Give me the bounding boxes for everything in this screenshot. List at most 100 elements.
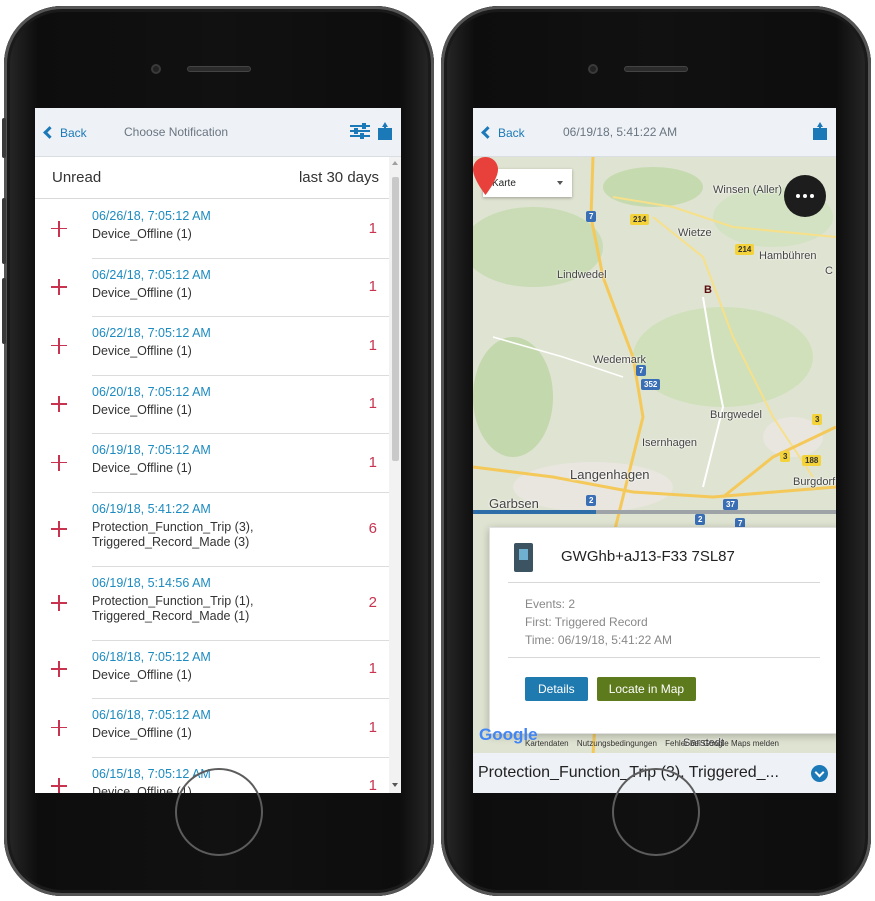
notification-row[interactable]: 06/16/18, 7:05:12 AM Device_Offline (1) 1 [51, 699, 389, 758]
scrollbar[interactable] [389, 157, 401, 793]
home-button[interactable] [612, 768, 700, 856]
device-icon [514, 543, 533, 572]
notification-count: 1 [368, 278, 377, 296]
road-shield-b214: 214 [630, 214, 650, 225]
back-button[interactable]: Back [479, 108, 525, 157]
notification-count: 1 [368, 219, 377, 237]
notification-date: 06/16/18, 7:05:12 AM [92, 708, 211, 722]
map-place-burgdorf: Burgdorf [793, 476, 836, 488]
map-marker-icon[interactable] [473, 157, 498, 195]
notification-row[interactable]: 06/19/18, 5:14:56 AM Protection_Function_… [51, 567, 389, 641]
notification-date: 06/19/18, 5:41:22 AM [92, 501, 211, 516]
plus-icon[interactable] [51, 521, 67, 537]
notification-count: 6 [368, 520, 377, 537]
phone-left: Back Choose Notification Unread last 30 … [2, 6, 434, 896]
events-count: Events: 2 [525, 597, 576, 611]
share-icon[interactable] [378, 122, 392, 140]
map-place-langenhagen: Langenhagen [570, 467, 650, 482]
road-shield-a7: 7 [636, 365, 647, 376]
road-shield-b3: 3 [780, 451, 791, 462]
chevron-down-icon[interactable] [811, 765, 828, 782]
front-camera [588, 64, 598, 74]
plus-icon[interactable] [51, 396, 67, 413]
notification-date: 06/19/18, 5:14:56 AM [92, 575, 211, 590]
map-place-burgwedel: Burgwedel [710, 409, 762, 421]
road-shield-b3: 3 [812, 414, 823, 425]
notification-count: 2 [368, 594, 377, 611]
device-name: GWGhb+aJ13-F33 7SL87 [561, 548, 735, 565]
divider [508, 582, 820, 583]
chevron-left-icon [43, 126, 56, 139]
notification-row[interactable]: 06/26/18, 7:05:12 AM Device_Offline (1) 1 [51, 200, 389, 259]
share-icon[interactable] [813, 122, 827, 140]
scroll-down-arrow-icon[interactable] [392, 783, 398, 787]
notification-row[interactable]: 06/24/18, 7:05:12 AM Device_Offline (1) 1 [51, 259, 389, 317]
notification-date: 06/20/18, 7:05:12 AM [92, 384, 211, 399]
back-label: Back [498, 125, 525, 140]
road-shield-b188: 188 [802, 455, 822, 466]
dot-icon [803, 194, 807, 198]
notification-count: 1 [368, 777, 377, 793]
event-time: Time: 06/19/18, 5:41:22 AM [525, 633, 672, 647]
map-data-link[interactable]: Kartendaten [525, 739, 569, 748]
notification-description: Device_Offline (1) [92, 461, 192, 475]
road-shield-a37: 37 [723, 499, 738, 510]
navbar: Back 06/19/18, 5:41:22 AM [473, 108, 836, 157]
notification-count: 1 [368, 453, 377, 471]
first-event: First: Triggered Record [525, 615, 648, 629]
notification-row[interactable]: 06/19/18, 5:41:22 AM Protection_Function_… [51, 493, 389, 567]
notification-count: 1 [368, 718, 377, 736]
notification-description: Protection_Function_Trip (1), Triggered_R… [92, 593, 254, 623]
plus-icon[interactable] [51, 279, 67, 296]
notification-row[interactable]: 06/20/18, 7:05:12 AM Device_Offline (1) 1 [51, 376, 389, 434]
notification-description: Device_Offline (1) [92, 402, 192, 417]
chevron-down-icon [557, 181, 563, 185]
filter-icon[interactable] [350, 123, 370, 139]
road-shield-a2: 2 [695, 514, 706, 525]
back-label: Back [60, 125, 87, 140]
notification-row[interactable]: 06/19/18, 7:05:12 AM Device_Offline (1) 1 [51, 434, 389, 493]
notification-row[interactable]: 06/18/18, 7:05:12 AM Device_Offline (1) 1 [51, 641, 389, 699]
plus-icon[interactable] [51, 337, 67, 354]
event-info: Events: 2 First: Triggered Record Time: … [525, 595, 672, 649]
map-place-isernhagen: Isernhagen [642, 437, 698, 449]
terms-link[interactable]: Nutzungsbedingungen [577, 739, 657, 748]
notification-date: 06/22/18, 7:05:12 AM [92, 326, 211, 340]
map-place-garbsen: Garbsen [489, 496, 539, 511]
phone-right: Back 06/19/18, 5:41:22 AM Winsen (Aller)… [441, 6, 871, 896]
dot-icon [796, 194, 800, 198]
scrollbar-thumb[interactable] [392, 177, 399, 461]
plus-icon[interactable] [51, 661, 67, 678]
plus-icon[interactable] [51, 778, 67, 793]
report-error-link[interactable]: Fehler bei Google Maps melden [665, 739, 779, 748]
notification-row[interactable]: 06/22/18, 7:05:12 AM Device_Offline (1) 1 [51, 317, 389, 376]
plus-icon[interactable] [51, 595, 67, 611]
earpiece-speaker [624, 66, 688, 72]
mute-switch [2, 118, 6, 158]
road-shield-a2: 2 [586, 495, 597, 506]
notification-list-screen: Back Choose Notification Unread last 30 … [35, 108, 401, 793]
period-label[interactable]: last 30 days [299, 169, 379, 186]
map-place-wietze: Wietze [678, 227, 712, 239]
details-button[interactable]: Details [525, 677, 588, 701]
plus-icon[interactable] [51, 220, 67, 237]
notification-description: Device_Offline (1) [92, 344, 192, 358]
plus-icon[interactable] [51, 454, 67, 471]
map-footer: Kartendaten Nutzungsbedingungen Fehler b… [525, 739, 785, 748]
device-info-card: GWGhb+aJ13-F33 7SL87 Events: 2 First: Tr… [489, 527, 836, 734]
back-button[interactable]: Back [41, 108, 87, 157]
notification-description: Device_Offline (1) [92, 726, 192, 740]
road-shield-b214: 214 [735, 244, 755, 255]
notification-description: Device_Offline (1) [92, 227, 192, 241]
scroll-up-arrow-icon[interactable] [392, 161, 398, 165]
plus-icon[interactable] [51, 719, 67, 736]
volume-down-button [2, 278, 6, 344]
map-place-hambuhren: Hambühren [759, 250, 817, 262]
more-options-button[interactable] [784, 175, 826, 217]
map-place-winsen: Winsen (Aller) [713, 184, 783, 196]
page-title: 06/19/18, 5:41:22 AM [563, 125, 678, 139]
home-button[interactable] [175, 768, 263, 856]
map-view[interactable]: Winsen (Aller) Wietze Hambühren Lindwede… [473, 157, 836, 753]
notification-description: Device_Offline (1) [92, 285, 192, 300]
locate-in-map-button[interactable]: Locate in Map [596, 677, 697, 701]
